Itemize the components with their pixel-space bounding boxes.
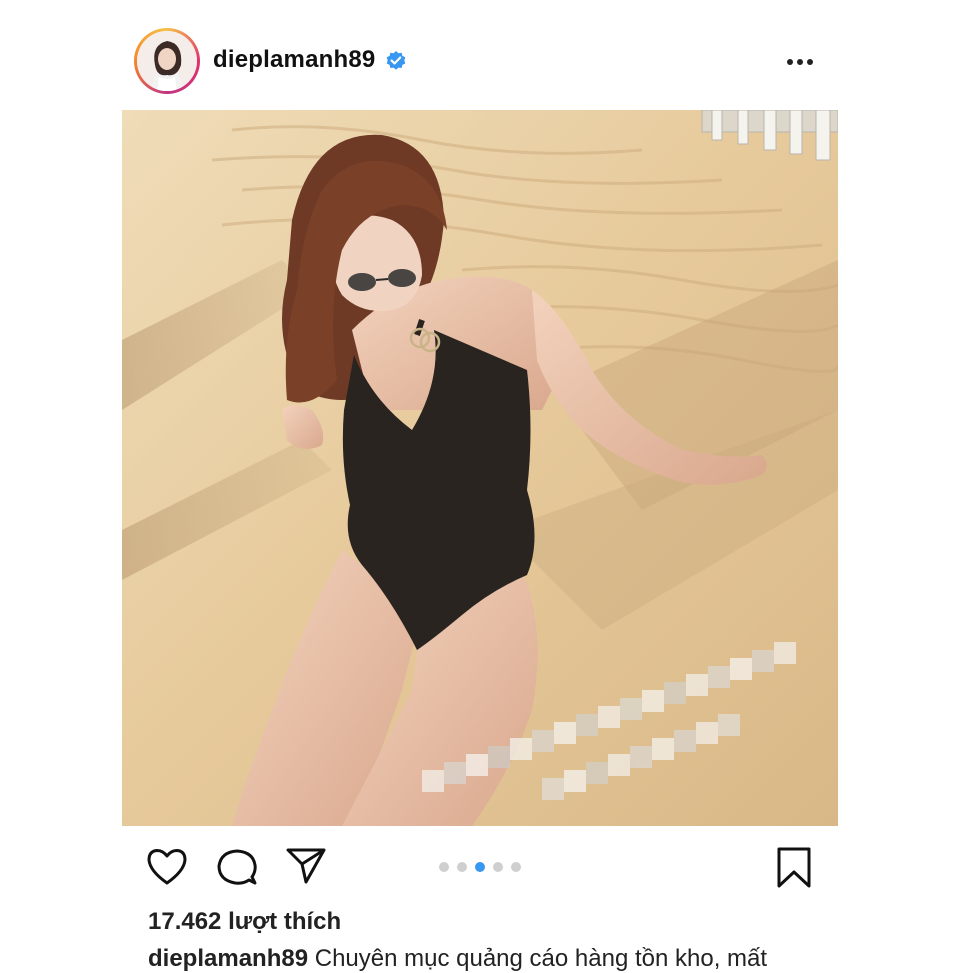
carousel-dot [439, 862, 449, 872]
profile-avatar-icon [137, 31, 197, 91]
paper-plane-icon[interactable] [286, 847, 326, 885]
carousel-dot [493, 862, 503, 872]
heart-icon[interactable] [146, 848, 188, 886]
avatar[interactable] [134, 28, 200, 94]
verified-badge-icon [386, 51, 406, 70]
post-caption: dieplamanh89 Chuyên mục quảng cáo hàng t… [148, 945, 767, 973]
more-horizontal-icon[interactable] [784, 48, 816, 76]
post-photo-image [122, 110, 838, 826]
post-photo[interactable] [122, 110, 838, 826]
bookmark-icon[interactable] [776, 846, 812, 890]
caption-username[interactable]: dieplamanh89 [148, 945, 308, 972]
likes-count[interactable]: 17.462 lượt thích [148, 908, 341, 936]
carousel-dot [457, 862, 467, 872]
avatar-image [137, 31, 197, 91]
post-username[interactable]: dieplamanh89 [213, 46, 375, 74]
post-header: dieplamanh89 [0, 0, 960, 110]
carousel-dot [511, 862, 521, 872]
comment-bubble-icon[interactable] [216, 847, 258, 887]
caption-text: Chuyên mục quảng cáo hàng tồn kho, mất [314, 945, 768, 972]
carousel-dot-active [475, 862, 485, 872]
